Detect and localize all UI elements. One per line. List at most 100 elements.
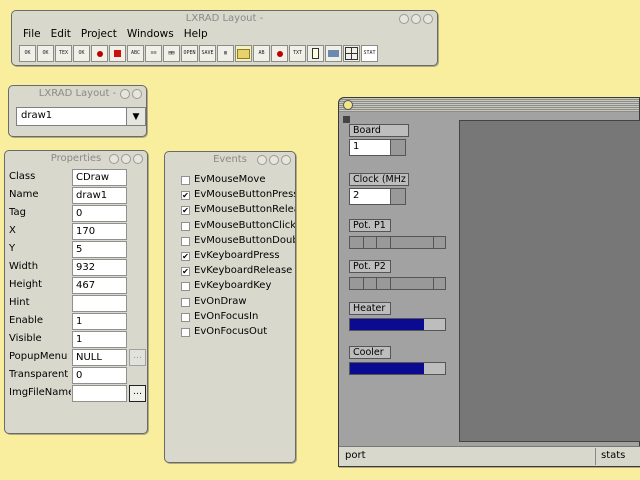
property-value[interactable]: draw1 [72, 187, 127, 204]
component-select[interactable]: draw1 ▼ [16, 107, 146, 126]
property-value[interactable]: 0 [72, 205, 127, 222]
menu-file[interactable]: File [18, 27, 46, 42]
resize-handle-icon[interactable] [343, 116, 350, 123]
spin-arrows-icon[interactable] [390, 189, 405, 204]
menu-edit[interactable]: Edit [46, 27, 76, 42]
minimize-icon[interactable] [399, 14, 409, 24]
event-item[interactable]: EvMouseButtonClick [181, 220, 295, 235]
popup-menu-browse-button[interactable]: … [129, 349, 146, 366]
board-titlebar[interactable] [339, 98, 639, 112]
event-item[interactable]: ✔ EvMouseButtonPress [181, 189, 295, 204]
properties-titlebar[interactable]: Properties [5, 151, 147, 167]
event-checkbox[interactable]: ✔ [181, 267, 190, 277]
minimize-icon[interactable] [257, 155, 267, 165]
event-item[interactable]: EvOnFocusIn [181, 311, 295, 326]
board-window: Board 1 Clock (MHz 2 Pot. P1 Pot. P2 Hea… [338, 97, 640, 467]
main-titlebar[interactable]: LXRAD Layout - [12, 11, 437, 27]
property-value[interactable]: 467 [72, 277, 127, 294]
event-item[interactable]: EvMouseButtonDoubleClick [181, 235, 295, 250]
event-item[interactable]: ✔ EvMouseButtonRelease [181, 204, 295, 219]
text2-tool-icon[interactable]: TXT [289, 45, 306, 62]
close-icon[interactable] [423, 14, 433, 24]
close-icon[interactable] [132, 89, 142, 99]
window-menu-icon[interactable] [343, 100, 353, 110]
event-item[interactable]: ✔ EvKeyboardRelease [181, 265, 295, 280]
combo-tool-icon[interactable]: ▤▤ [163, 45, 180, 62]
event-checkbox[interactable] [181, 328, 190, 337]
checkbox-tool-icon[interactable] [307, 45, 324, 62]
property-label: X [9, 225, 16, 236]
properties-window: Properties Class CDraw Name draw1 Tag 0 X 17… [4, 150, 148, 434]
close-icon[interactable] [133, 154, 143, 164]
folder-tool-icon[interactable] [235, 45, 252, 62]
close-icon[interactable] [281, 155, 291, 165]
menu-windows[interactable]: Windows [122, 27, 179, 42]
event-checkbox[interactable] [181, 312, 190, 322]
font-tool-icon[interactable]: AB [253, 45, 270, 62]
maximize-icon[interactable] [121, 154, 131, 164]
scroll-tool-icon[interactable]: ▥ [217, 45, 234, 62]
maximize-icon[interactable] [269, 155, 279, 165]
property-value[interactable] [72, 295, 127, 312]
image-tool-icon[interactable] [325, 45, 342, 62]
gear-tool-icon[interactable] [271, 45, 288, 62]
property-value[interactable]: 5 [72, 241, 127, 258]
spin-arrows-icon[interactable] [390, 140, 405, 155]
event-checkbox[interactable] [181, 236, 190, 246]
save-tool-icon[interactable]: SAVE [199, 45, 216, 62]
main-window-title: LXRAD Layout - [185, 13, 264, 24]
property-value[interactable]: 0 [72, 367, 127, 384]
ok-tool-icon[interactable]: OK [37, 45, 54, 62]
property-label: PopupMenu [9, 351, 68, 362]
layout-titlebar[interactable]: LXRAD Layout - [9, 86, 146, 102]
event-checkbox[interactable]: ✔ [181, 206, 190, 216]
record-tool-icon[interactable] [109, 45, 126, 62]
maximize-icon[interactable] [411, 14, 421, 24]
event-checkbox[interactable] [181, 282, 190, 292]
event-checkbox[interactable]: ✔ [181, 252, 190, 261]
board-spin[interactable]: 1 [349, 139, 406, 156]
menu-project[interactable]: Project [76, 27, 122, 42]
event-item[interactable]: EvKeyboardKey [181, 280, 295, 295]
minimize-icon[interactable] [120, 89, 130, 99]
image-file-browse-button[interactable]: … [129, 385, 146, 402]
property-value[interactable] [72, 385, 127, 402]
board-display-canvas[interactable] [459, 120, 640, 442]
list-tool-icon[interactable]: ≡≡ [145, 45, 162, 62]
menu-help[interactable]: Help [179, 27, 213, 42]
draw-tool-icon[interactable] [91, 45, 108, 62]
edit-tool-icon[interactable]: ABC [127, 45, 144, 62]
label-tool-icon[interactable]: OK [73, 45, 90, 62]
event-item[interactable]: EvOnFocusOut [181, 326, 295, 341]
clock-spin-value: 2 [353, 190, 360, 201]
pot2-slider[interactable] [349, 277, 446, 290]
property-row: Tag 0 [9, 205, 145, 223]
property-value[interactable]: CDraw [72, 169, 127, 186]
property-value[interactable]: 932 [72, 259, 127, 276]
event-item[interactable]: EvMouseMove [181, 174, 295, 189]
pot2-label: Pot. P2 [349, 260, 391, 273]
event-checkbox[interactable]: ✔ [181, 191, 190, 201]
property-value[interactable]: 170 [72, 223, 127, 240]
property-value[interactable]: 1 [72, 313, 127, 330]
grid-tool-icon[interactable] [343, 45, 360, 62]
event-checkbox[interactable] [181, 221, 190, 231]
event-item[interactable]: EvOnDraw [181, 296, 295, 311]
menu-tool-icon[interactable]: OPEN [181, 45, 198, 62]
minimize-icon[interactable] [109, 154, 119, 164]
button-tool-icon[interactable]: OK [19, 45, 36, 62]
pot1-slider[interactable] [349, 236, 446, 249]
property-value[interactable]: NULL [72, 349, 127, 366]
property-value[interactable]: 1 [72, 331, 127, 348]
event-item[interactable]: ✔ EvKeyboardPress [181, 250, 295, 265]
layout-window: LXRAD Layout - draw1 ▼ [8, 85, 147, 137]
event-label: EvOnFocusOut [194, 326, 268, 337]
event-checkbox[interactable] [181, 176, 190, 185]
events-titlebar[interactable]: Events [165, 152, 295, 168]
event-checkbox[interactable] [181, 297, 190, 307]
chevron-down-icon[interactable]: ▼ [126, 108, 145, 125]
clock-spin[interactable]: 2 [349, 188, 406, 205]
text-tool-icon[interactable]: TEX [55, 45, 72, 62]
layout-window-title: LXRAD Layout - [38, 88, 117, 99]
status-tool-icon[interactable]: STAT [361, 45, 378, 62]
